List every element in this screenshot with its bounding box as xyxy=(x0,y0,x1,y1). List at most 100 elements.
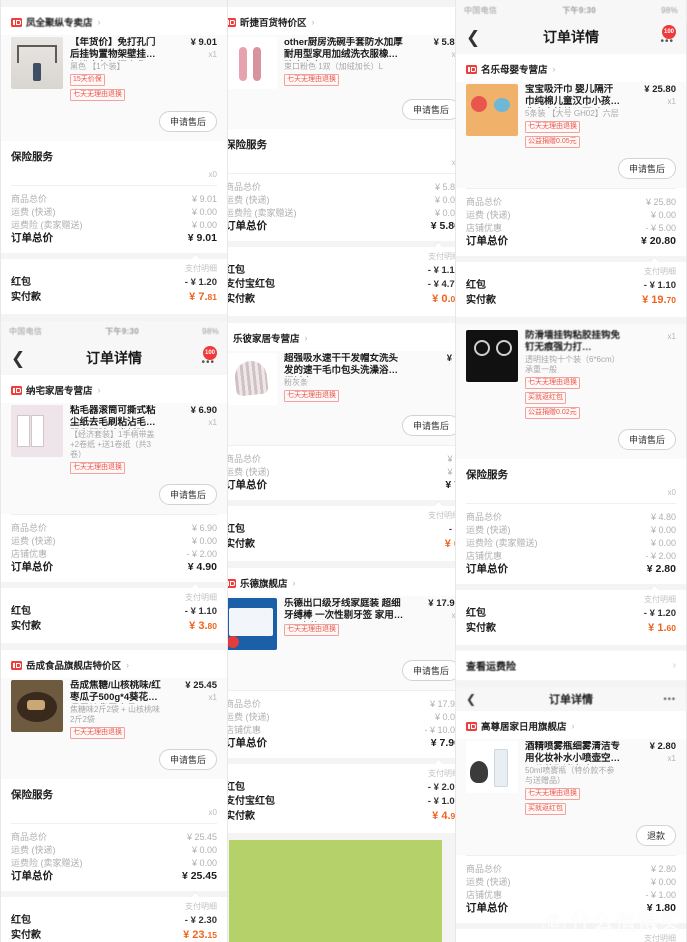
shop-row[interactable]: 凤全聚纵专卖店 › xyxy=(1,7,227,35)
tag: 七天无理由退换 xyxy=(70,462,125,474)
product-title: 乐德出口级牙线家庭装 超细牙缚棒 一次性剔牙签 家用300支装… xyxy=(284,598,401,621)
product-tags: 七天无理由退换 公益捐赠0.05元 xyxy=(525,121,621,148)
product-tags: 七天无理由退换 xyxy=(70,727,162,739)
product-row[interactable]: 【年货价】免打孔门后挂钩置物架壁挂衣架浴室免钉门上背式… 黑色 【1个装】 15… xyxy=(1,35,227,107)
product-sku: 透明挂钩十个装（6*6cm）承重一般 xyxy=(525,355,620,374)
order-total-value: ¥ 20.80 xyxy=(640,235,676,247)
fee-row: 运费 (快递) ¥ 0.00 xyxy=(466,209,676,222)
apply-after-sale-button[interactable]: 申请售后 xyxy=(401,415,455,436)
insurance-block: 保险服务 x0 xyxy=(1,779,227,823)
insurance-qty: x0 xyxy=(208,808,217,817)
actual-pay-value: ¥ 3.80 xyxy=(189,620,217,632)
fee-value: ¥ 0.00 xyxy=(191,536,217,546)
payment-value: - ¥ 1.00 xyxy=(427,796,455,807)
shop-row[interactable]: 昕捷百货特价区 › xyxy=(228,7,455,35)
apply-after-sale-button[interactable]: 申请售后 xyxy=(158,111,217,132)
payment-block: 支付明细 红包 - ¥ 1.33 实付款 ¥ 0.47 xyxy=(456,923,686,942)
actual-pay-row: 实付款 ¥ 0.00 xyxy=(228,292,455,307)
shop-row[interactable]: 高尊居家日用旗舰店 › xyxy=(456,711,686,739)
apply-after-sale-button[interactable]: 申请售后 xyxy=(617,158,676,179)
view-shipping-insurance-link[interactable]: 查看运费险 › xyxy=(456,651,686,680)
fee-row: 商品总价 ¥ 25.80 xyxy=(466,196,676,209)
phone-screen-2: 昕捷百货特价区 › other厨房洗碗手套防水加厚耐用型家用加绒洗衣服橡胶胶皮家… xyxy=(228,0,455,942)
apply-after-sale-button[interactable]: 申请售后 xyxy=(401,660,455,681)
product-qty: x1 xyxy=(667,332,676,341)
actual-pay-value: ¥ 1.60 xyxy=(648,622,676,634)
fee-value: ¥ 0.00 xyxy=(191,858,217,868)
product-image xyxy=(228,598,277,650)
fee-row: 商品总价 ¥ 2.80 xyxy=(466,863,676,876)
order-total-value: ¥ 5.80 xyxy=(430,220,455,232)
product-row[interactable]: 宝宝吸汗巾 婴儿隔汗巾纯棉儿童汉巾小孩垫背巾全棉幼儿园 中… 5条装 【大号 G… xyxy=(456,82,686,154)
more-dots-icon[interactable]: ••• xyxy=(660,36,674,47)
product-title: 岳成焦糖/山核桃味/红枣瓜子500g*4葵花籽坚果炒货零食品… xyxy=(70,680,161,703)
fee-label: 商品总价 xyxy=(228,454,262,464)
chevron-right-icon: › xyxy=(571,721,575,731)
apply-after-sale-button[interactable]: 申请售后 xyxy=(401,99,455,120)
chevron-right-icon: › xyxy=(97,17,101,27)
shop-row[interactable]: 纳宅家居专营店 › xyxy=(1,375,227,403)
shop-logo-icon xyxy=(228,17,236,27)
shop-row[interactable]: 岳成食品旗舰店特价区 › xyxy=(1,650,227,678)
apply-after-sale-button[interactable]: 申请售后 xyxy=(158,749,217,770)
order-total-row: 订单总价 ¥ 4.90 xyxy=(11,561,217,574)
fee-value: ¥ 9.01 xyxy=(191,194,217,204)
order-card: 高尊居家日用旗舰店 › 酒精喷雾瓶细雾清洁专用化妆补水小喷壶空瓶子分装瓶消毒喷…… xyxy=(456,711,686,942)
shop-row[interactable]: 名乐母婴专营店 › xyxy=(456,54,686,82)
order-total-label: 订单总价 xyxy=(466,563,508,575)
actual-pay-row: 实付款 ¥ 1.60 xyxy=(466,621,676,636)
insurance-block: 保险服务 x0 xyxy=(1,141,227,185)
insurance-title: 保险服务 xyxy=(11,789,53,801)
action-row: 申请售后 xyxy=(228,656,455,690)
product-image xyxy=(466,84,518,136)
payment-row: 红包 - ¥ 2.30 xyxy=(11,914,217,928)
action-row: 申请售后 xyxy=(1,480,227,514)
shop-row[interactable]: 乐德旗舰店 › xyxy=(228,568,455,596)
product-row[interactable]: 防滑墙挂钩粘胶挂钩免钉无痕强力打… 透明挂钩十个装（6*6cm）承重一般 七天无… xyxy=(456,324,686,425)
fee-row: 运费险 (卖家赠送) ¥ 0.00 xyxy=(466,537,676,550)
product-qty: x1 xyxy=(208,693,217,702)
product-row[interactable]: 粘毛器滚筒可撕式粘尘纸去毛刷粘沾毛神器衣服除毛卷纸除尘… 【经济套装】1手柄带盖… xyxy=(1,403,227,480)
insurance-title: 保险服务 xyxy=(11,151,53,163)
pay-detail-label: 支付明细 xyxy=(644,267,676,276)
fee-row: 运费 (快递) ¥ 0 xyxy=(228,466,455,479)
payment-value: - ¥ 2.30 xyxy=(184,915,217,926)
product-row[interactable]: other厨房洗碗手套防水加厚耐用型家用加绒洗衣服橡胶胶皮家务 束口粉色 1双（… xyxy=(228,35,455,95)
actual-pay-value: ¥ 23.15 xyxy=(183,929,217,941)
fee-row: 店铺优惠 - ¥ 5.00 xyxy=(466,222,676,235)
shop-logo-icon xyxy=(466,721,477,731)
fee-row: 店铺优惠 - ¥ 2.00 xyxy=(466,550,676,563)
chevron-right-icon: › xyxy=(304,333,308,343)
pay-detail-label: 支付明细 xyxy=(644,934,676,942)
fee-label: 运费险 (卖家赠送) xyxy=(228,208,297,218)
payment-block: 支付明细 红包 - ¥ 2.00 支付宝红包 - ¥ 1.00 实付款 ¥ 4.… xyxy=(228,758,455,833)
payment-label: 红包 xyxy=(11,606,31,617)
product-image xyxy=(11,680,63,732)
product-price: ¥ 17.90 xyxy=(428,598,455,609)
payment-row: 红包 - ¥ 2.00 xyxy=(228,781,455,795)
product-row[interactable]: 乐德出口级牙线家庭装 超细牙缚棒 一次性剔牙签 家用300支装… 七天无理由退换… xyxy=(228,596,455,656)
order-total-label: 订单总价 xyxy=(228,737,267,749)
fee-value: - ¥ 2.00 xyxy=(186,549,217,559)
shop-row[interactable]: 乐彼家居专营店 › xyxy=(228,323,455,351)
more-menu[interactable]: 100 ••• xyxy=(654,25,676,48)
fee-block: 商品总价 ¥ 5.80 运费 (快递) ¥ 0.00 运费险 (卖家赠送) ¥ … xyxy=(228,174,455,241)
actual-pay-value: ¥ 19.70 xyxy=(642,294,676,306)
refund-button[interactable]: 退款 xyxy=(635,825,676,846)
payment-label: 红包 xyxy=(11,915,31,926)
fee-row: 运费险 (卖家赠送) ¥ 0.00 xyxy=(228,207,455,220)
column-3: 中国电信 下午9:30 98% ❮ 订单详情 100 ••• 名乐母婴专营店 › xyxy=(455,0,687,942)
fee-block: 商品总价 ¥ 6.90 运费 (快递) ¥ 0.00 店铺优惠 - ¥ 2.00… xyxy=(1,515,227,582)
fee-value: - ¥ 1.00 xyxy=(645,890,676,900)
apply-after-sale-button[interactable]: 申请售后 xyxy=(617,429,676,450)
more-dots-icon[interactable]: ••• xyxy=(201,357,215,368)
order-total-label: 订单总价 xyxy=(466,235,508,247)
product-row[interactable]: 酒精喷雾瓶细雾清洁专用化妆补水小喷壶空瓶子分装瓶消毒喷… 50ml喷雾瓶（特价款… xyxy=(456,739,686,821)
payment-label: 支付宝红包 xyxy=(228,279,275,290)
product-row[interactable]: 超强吸水速干干发帽女洗头发的速干毛巾包头洗澡浴巾帽抖音… 粉灰条 七天无理由退换… xyxy=(228,351,455,411)
order-total-row: 订单总价 ¥ 20.80 xyxy=(466,235,676,248)
payment-block: 支付明细 红包 - ¥ 1.10 支付宝红包 - ¥ 4.70 实付款 ¥ 0.… xyxy=(228,241,455,316)
apply-after-sale-button[interactable]: 申请售后 xyxy=(158,484,217,505)
product-row[interactable]: 岳成焦糖/山核桃味/红枣瓜子500g*4葵花籽坚果炒货零食品… 焦糖味2斤2袋 … xyxy=(1,678,227,745)
more-menu[interactable]: 100 ••• xyxy=(195,346,217,369)
